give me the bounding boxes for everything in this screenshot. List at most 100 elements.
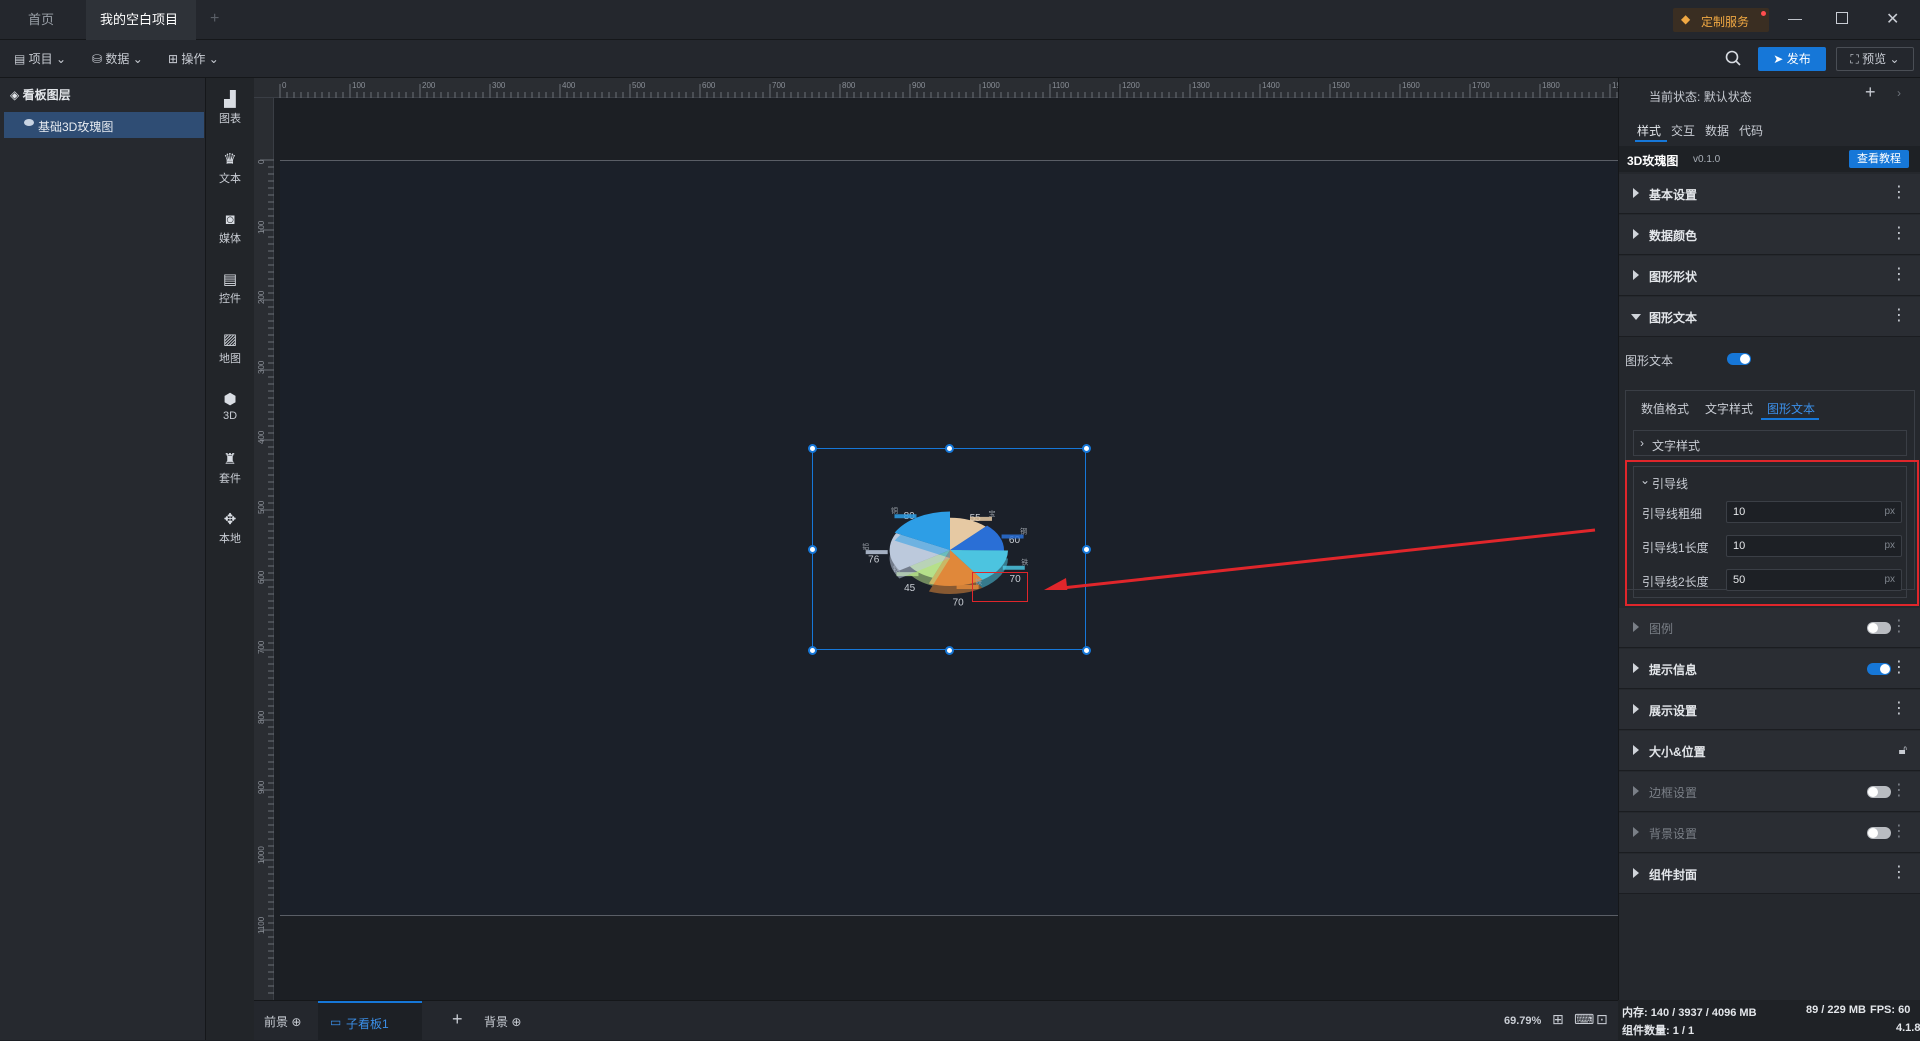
tab-project[interactable]: 我的空白项目 bbox=[86, 0, 196, 65]
minimize-icon[interactable]: — bbox=[1788, 10, 1802, 26]
publish-button[interactable]: ➤ 发布 bbox=[1758, 47, 1826, 71]
ruler-tick-label: 400 bbox=[562, 81, 576, 90]
field-label: 引导线粗细 bbox=[1642, 507, 1703, 521]
more-vertical-icon[interactable]: ⋮ bbox=[1891, 306, 1907, 326]
tab-code[interactable]: 代码 bbox=[1739, 122, 1763, 139]
guide-line2-length-input[interactable]: 50 px bbox=[1726, 569, 1902, 591]
caret-right-icon bbox=[1633, 622, 1639, 632]
menu-data[interactable]: ⛁ 数据 ⌄ bbox=[92, 48, 143, 70]
input-value: 10 bbox=[1733, 540, 1746, 552]
ruler-tick-label: 0 bbox=[282, 81, 287, 90]
preview-button[interactable]: ⛶ 预览 ⌄ bbox=[1836, 47, 1914, 71]
input-value: 50 bbox=[1733, 574, 1746, 586]
tool-control[interactable]: ▤ 控件 bbox=[206, 266, 254, 316]
subboard-tab[interactable]: ▭ 子看板1 bbox=[318, 1001, 422, 1041]
tab-interaction[interactable]: 交互 bbox=[1671, 122, 1695, 139]
keyboard-icon[interactable]: ⌨ bbox=[1574, 1011, 1594, 1028]
more-vertical-icon[interactable]: ⋮ bbox=[1891, 658, 1907, 678]
ruler-tick-label: 600 bbox=[257, 570, 266, 584]
restore-icon[interactable] bbox=[1836, 12, 1848, 24]
section-shape-text[interactable]: 图形文本 ⋮ bbox=[1619, 297, 1920, 337]
section-tooltip[interactable]: 提示信息 ⋮ bbox=[1619, 649, 1920, 689]
menu-project[interactable]: ▤ 项目 ⌄ bbox=[14, 48, 66, 70]
tutorial-button[interactable]: 查看教程 bbox=[1849, 150, 1909, 168]
add-tab-icon[interactable]: + bbox=[210, 10, 219, 28]
section-basic[interactable]: 基本设置 ⋮ bbox=[1619, 174, 1920, 214]
shape-text-toggle[interactable] bbox=[1727, 353, 1751, 365]
ruler-tick-label: 500 bbox=[257, 500, 266, 514]
text-style-group[interactable]: › 文字样式 bbox=[1633, 430, 1907, 456]
foreground-button[interactable]: 前景 ⊕ bbox=[264, 1013, 301, 1030]
more-vertical-icon[interactable]: ⋮ bbox=[1891, 699, 1907, 719]
more-vertical-icon[interactable]: ⋮ bbox=[1891, 617, 1907, 637]
menu-operation[interactable]: ⊞ 操作 ⌄ bbox=[168, 48, 219, 70]
section-legend[interactable]: 图例 ⋮ bbox=[1619, 608, 1920, 648]
background-button[interactable]: 背景 ⊕ bbox=[484, 1013, 521, 1030]
ruler-tick-label: 800 bbox=[257, 710, 266, 724]
section-background[interactable]: 背景设置 ⋮ bbox=[1619, 813, 1920, 853]
ruler-left: 0 100 200 300 400 500 600 700 800 900 1000 1100 bbox=[254, 98, 274, 1000]
subtab-text-style[interactable]: 文字样式 bbox=[1705, 400, 1753, 417]
tool-label: 本地 bbox=[219, 533, 241, 545]
section-label: 数据颜色 bbox=[1649, 229, 1698, 243]
lock-icon[interactable]: 🔓︎ bbox=[1899, 740, 1907, 760]
add-state-icon[interactable]: + bbox=[1865, 82, 1876, 103]
border-toggle[interactable] bbox=[1867, 786, 1891, 798]
guide-line1-length-input[interactable]: 10 px bbox=[1726, 535, 1902, 557]
section-border[interactable]: 边框设置 ⋮ bbox=[1619, 772, 1920, 812]
menu-label: 操作 bbox=[181, 52, 206, 66]
caret-right-icon bbox=[1633, 229, 1639, 239]
section-cover[interactable]: 组件封面 ⋮ bbox=[1619, 854, 1920, 894]
more-vertical-icon[interactable]: ⋮ bbox=[1891, 183, 1907, 203]
more-vertical-icon[interactable]: ⋮ bbox=[1891, 781, 1907, 801]
tab-label: 我的空白项目 bbox=[100, 12, 179, 27]
chevron-right-icon[interactable]: › bbox=[1897, 86, 1901, 100]
component-count: 组件数量: 1 / 1 bbox=[1622, 1025, 1695, 1037]
category-label: 钢 bbox=[1020, 526, 1027, 535]
chevron-down-icon[interactable]: ⌄ bbox=[1640, 473, 1650, 487]
section-size-position[interactable]: 大小&位置 🔓︎ bbox=[1619, 731, 1920, 771]
caret-right-icon bbox=[1633, 868, 1639, 878]
tool-local[interactable]: ✥ 本地 bbox=[206, 506, 254, 556]
tool-kit[interactable]: ♜ 套件 bbox=[206, 446, 254, 496]
custom-service-label: 定制服务 bbox=[1701, 15, 1750, 29]
tab-style[interactable]: 样式 bbox=[1637, 122, 1661, 139]
subtab-shape-text[interactable]: 图形文本 bbox=[1767, 400, 1815, 417]
category-label: 铜 bbox=[891, 506, 898, 515]
more-vertical-icon[interactable]: ⋮ bbox=[1891, 863, 1907, 883]
custom-service-button[interactable]: ◆ 定制服务 bbox=[1673, 8, 1769, 32]
search-icon[interactable] bbox=[1724, 49, 1742, 67]
tool-media[interactable]: ◙ 媒体 bbox=[206, 206, 254, 256]
more-vertical-icon[interactable]: ⋮ bbox=[1891, 822, 1907, 842]
layer-item[interactable]: 基础3D玫瑰图 bbox=[4, 112, 204, 138]
add-circle-icon: ⊕ bbox=[291, 1015, 302, 1029]
ruler-tick-label: 200 bbox=[257, 290, 266, 304]
ruler-tick-label: 1300 bbox=[1192, 81, 1210, 90]
ruler-tick-label: 1000 bbox=[982, 81, 1000, 90]
tooltip-toggle[interactable] bbox=[1867, 663, 1891, 675]
more-vertical-icon[interactable]: ⋮ bbox=[1891, 265, 1907, 285]
zoom-level[interactable]: 69.79% bbox=[1504, 1015, 1541, 1027]
tool-chart[interactable]: ▟ 图表 bbox=[206, 86, 254, 136]
terminal-icon[interactable]: ⊡ bbox=[1596, 1011, 1608, 1028]
tab-data[interactable]: 数据 bbox=[1705, 122, 1729, 139]
legend-toggle[interactable] bbox=[1867, 622, 1891, 634]
close-icon[interactable]: ✕ bbox=[1886, 9, 1899, 29]
guide-line-width-input[interactable]: 10 px bbox=[1726, 501, 1902, 523]
subtab-number-format[interactable]: 数值格式 bbox=[1641, 400, 1689, 417]
fit-screen-icon[interactable]: ⊞ bbox=[1552, 1011, 1564, 1028]
tool-map[interactable]: ▨ 地图 bbox=[206, 326, 254, 376]
section-data-color[interactable]: 数据颜色 ⋮ bbox=[1619, 215, 1920, 255]
add-subboard-icon[interactable]: + bbox=[452, 1009, 463, 1030]
ruler-tick-label: 0 bbox=[257, 159, 266, 164]
tool-text[interactable]: ♛ 文本 bbox=[206, 146, 254, 196]
background-toggle[interactable] bbox=[1867, 827, 1891, 839]
more-vertical-icon[interactable]: ⋮ bbox=[1891, 224, 1907, 244]
tool-3d[interactable]: ⬢ 3D bbox=[206, 386, 254, 436]
tool-label: 地图 bbox=[219, 353, 241, 365]
section-display[interactable]: 展示设置 ⋮ bbox=[1619, 690, 1920, 730]
section-shape[interactable]: 图形形状 ⋮ bbox=[1619, 256, 1920, 296]
component-version: v0.1.0 bbox=[1693, 154, 1721, 165]
tab-home[interactable]: 首页 bbox=[14, 0, 72, 40]
section-label: 基本设置 bbox=[1649, 188, 1698, 202]
